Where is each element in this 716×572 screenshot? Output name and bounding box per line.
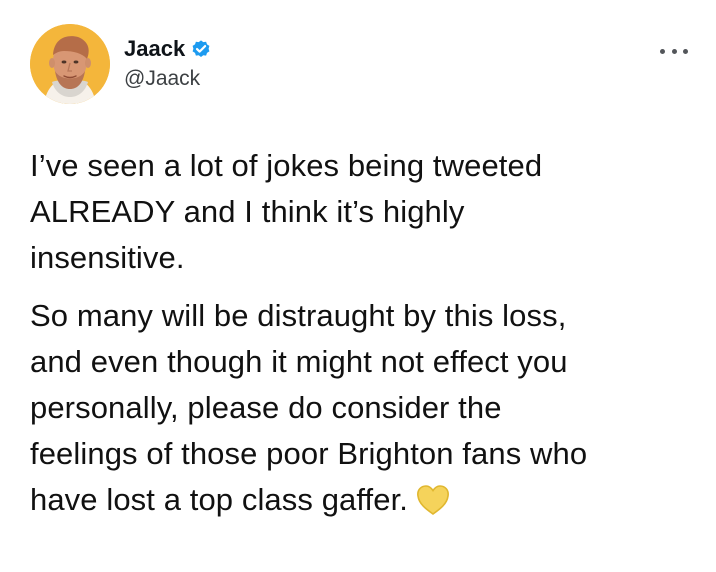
profile-photo-icon (30, 24, 110, 104)
avatar[interactable] (30, 24, 110, 104)
more-dot-icon (671, 48, 677, 54)
tweet-paragraph-2: So many will be distraught by this loss,… (30, 293, 690, 523)
author-info: Jaack @Jaack (124, 36, 211, 94)
tweet-text: I’ve seen a lot of jokes being tweeted A… (30, 143, 690, 523)
display-name[interactable]: Jaack (124, 36, 185, 62)
tweet-header: Jaack @Jaack (30, 24, 692, 106)
tweet-paragraph-2-text: So many will be distraught by this loss,… (30, 298, 588, 517)
yellow-heart-icon (416, 483, 450, 515)
tweet-paragraph-1: I’ve seen a lot of jokes being tweeted A… (30, 148, 543, 275)
more-dot-icon (660, 48, 665, 54)
verified-icon (191, 39, 211, 59)
author-handle[interactable]: @Jaack (124, 64, 211, 94)
tweet-card: Jaack @Jaack I’ve seen a lot of jokes be… (0, 0, 716, 572)
more-options-icon[interactable] (660, 46, 688, 56)
display-name-row: Jaack (124, 36, 211, 62)
more-dot-icon (683, 48, 688, 54)
